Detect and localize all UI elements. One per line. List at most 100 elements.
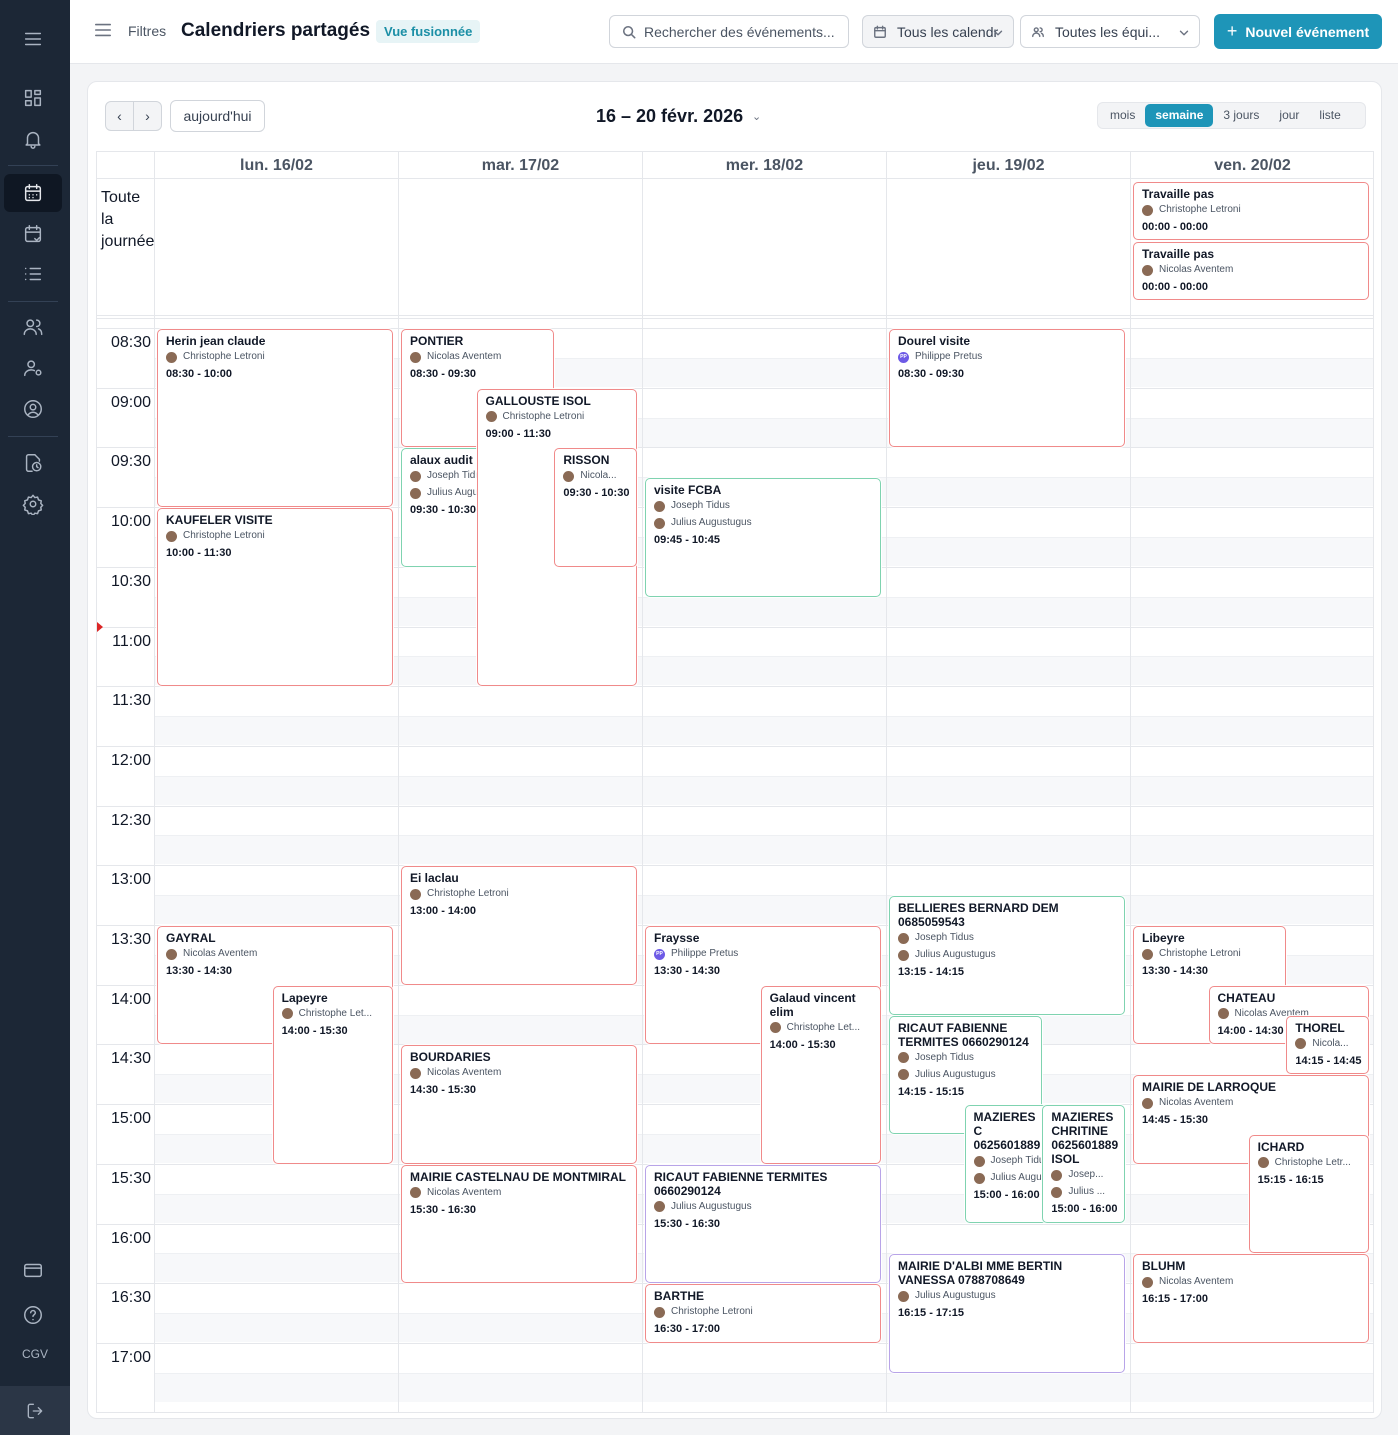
calendar-event[interactable]: BELLIERES BERNARD DEM 0685059543 Joseph T… — [889, 896, 1125, 1015]
view-day-button[interactable]: jour — [1269, 104, 1309, 127]
logout-icon[interactable] — [0, 1386, 70, 1435]
calendar-event[interactable]: MAIRIE CASTELNAU DE MONTMIRAL Nicolas Ave… — [401, 1164, 637, 1284]
calendar-event[interactable]: Travaille pas Nicolas Aventem 00:00 - 00:0… — [1133, 242, 1369, 300]
day-column-line — [398, 152, 399, 1412]
calendar-event[interactable]: visite FCBA Joseph Tidus Julius Augustugus… — [645, 478, 881, 597]
day-header[interactable]: mar. 17/02 — [398, 152, 642, 179]
slot-band — [154, 1372, 1373, 1402]
participant-name: Christophe Letroni — [183, 530, 265, 542]
calendar-icon[interactable] — [4, 174, 62, 212]
event-participant: Joseph Tidus — [898, 930, 1116, 946]
event-title: MAIRIE CASTELNAU DE MONTMIRAL — [410, 1169, 626, 1184]
view-list-button[interactable]: liste — [1309, 104, 1350, 127]
event-participant: Nicolas Aventem — [410, 349, 545, 365]
calendar-event[interactable]: Galaud vincent elim Christophe Let... 14:0… — [760, 985, 881, 1164]
event-time: 13:00 - 14:00 — [410, 905, 477, 918]
event-participant: Julius Augustugus — [654, 1199, 872, 1215]
view-3days-button[interactable]: 3 jours — [1213, 104, 1269, 127]
grid-corner — [97, 152, 154, 179]
participant-name: Nicolas Aventem — [1159, 1276, 1234, 1288]
calendar-event[interactable]: RICAUT FABIENNE TERMITES 0660290124 Juliu… — [645, 1164, 881, 1284]
calendar-event[interactable]: THOREL Nicola... 14:15 - 14:45 — [1286, 1015, 1369, 1075]
date-range-title[interactable]: 16 – 20 févr. 2026 — [596, 106, 743, 127]
event-participant: Christophe Letroni — [1142, 202, 1360, 218]
calendar-event[interactable]: BOURDARIES Nicolas Aventem 14:30 - 15:30 — [401, 1045, 637, 1164]
help-icon[interactable] — [4, 1296, 62, 1334]
teams-select[interactable]: Toutes les équi... — [1020, 15, 1200, 48]
participant-name: Nicola... — [1312, 1037, 1349, 1049]
participant-name: Julius Augustugus — [990, 1172, 1049, 1184]
document-time-icon[interactable] — [4, 444, 62, 482]
credit-card-icon[interactable] — [4, 1251, 62, 1289]
event-participant: Joseph Tidus — [973, 1153, 1048, 1169]
participant-name: Christophe Letroni — [502, 410, 585, 422]
slot-line — [97, 686, 1373, 688]
avatar — [1295, 1038, 1307, 1050]
calendar-event[interactable]: KAUFELER VISITE Christophe Letroni 10:00 -… — [157, 508, 393, 687]
calendar-event[interactable]: BARTHE Christophe Letroni 16:30 - 17:00 — [645, 1284, 881, 1343]
gear-icon[interactable] — [4, 485, 62, 523]
cgv-link[interactable]: CGV — [0, 1347, 70, 1361]
event-time: 14:15 - 15:15 — [898, 1085, 965, 1098]
calendar-event[interactable]: Dourel visite PP Philippe Pretus 08:30 - 09… — [889, 329, 1125, 448]
user-circle-icon[interactable] — [4, 390, 62, 428]
bell-icon[interactable] — [4, 120, 62, 158]
event-participant: Christophe Letroni — [485, 409, 628, 425]
sidebar: CGV — [0, 0, 70, 1435]
half-slot-line — [154, 835, 1373, 837]
event-participant: Julius Augustugus — [973, 1170, 1048, 1186]
calendar-event[interactable]: ICHARD Christophe Letr... 15:15 - 16:15 — [1248, 1134, 1369, 1254]
calendar-event[interactable]: Ei laclau Christophe Letroni 13:00 - 14:00 — [401, 866, 637, 985]
calendar-event[interactable]: Herin jean claude Christophe Letroni 08:30… — [157, 329, 393, 508]
participant-name: Nicolas Aventem — [1159, 264, 1234, 275]
day-header[interactable]: ven. 20/02 — [1130, 152, 1373, 179]
event-participant: Joseph Tidus — [654, 498, 872, 514]
participant-name: Julius Augustugus — [671, 517, 752, 529]
new-event-button[interactable]: + Nouvel événement — [1214, 14, 1382, 49]
calendar-check-icon[interactable] — [4, 215, 62, 253]
next-week-button[interactable]: › — [134, 102, 161, 130]
chevron-down-icon[interactable]: ⌄ — [752, 110, 761, 123]
search-input[interactable] — [644, 23, 834, 40]
dashboard-icon[interactable] — [4, 79, 62, 117]
event-participant: Nicolas Aventem — [166, 946, 384, 962]
event-title: MAZIERES CHRITINE 0625601889 ISOL — [1051, 1110, 1119, 1167]
event-participant: Christophe Letroni — [1142, 946, 1277, 962]
event-time: 00:00 - 00:00 — [1142, 221, 1209, 233]
calendars-select[interactable]: Tous les calendr — [862, 15, 1014, 48]
calendar-event[interactable]: MAZIERES C 0625601889 Joseph Tidus Julius … — [964, 1105, 1050, 1224]
event-time: 13:30 - 14:30 — [166, 965, 233, 977]
calendar-event[interactable]: RISSON Nicola... 09:30 - 10:30 — [554, 448, 637, 567]
calendar-event[interactable]: MAIRIE D'ALBI MME BERTIN VANESSA 0788708… — [889, 1254, 1125, 1373]
menu-icon[interactable] — [4, 20, 62, 58]
avatar — [1217, 1008, 1229, 1020]
participant-name: Julius Augustugus — [915, 1068, 996, 1080]
day-header[interactable]: mer. 18/02 — [642, 152, 886, 179]
users-icon[interactable] — [4, 308, 62, 346]
event-participant: Nicola... — [1295, 1036, 1360, 1052]
view-month-button[interactable]: mois — [1100, 104, 1145, 127]
user-settings-icon[interactable] — [4, 349, 62, 387]
participant-name: Christophe Letroni — [1159, 204, 1241, 215]
calendar-event[interactable]: Travaille pas Christophe Letroni 00:00 - 0… — [1133, 182, 1369, 240]
day-header[interactable]: lun. 16/02 — [154, 152, 398, 179]
event-time: 14:00 - 15:30 — [281, 1024, 348, 1037]
calendar-icon — [874, 25, 886, 38]
allday-divider — [97, 318, 1373, 319]
event-participant: Julius Augustugus — [654, 515, 872, 531]
view-week-button[interactable]: semaine — [1145, 104, 1214, 127]
slot-band — [154, 716, 1373, 746]
calendar-event[interactable]: Lapeyre Christophe Let... 14:00 - 15:30 — [272, 985, 393, 1164]
half-slot-line — [154, 716, 1373, 718]
list-icon[interactable] — [4, 255, 62, 293]
filters-link[interactable]: Filtres — [128, 23, 166, 39]
filters-menu-icon[interactable] — [94, 21, 114, 41]
event-title: BOURDARIES — [410, 1050, 491, 1065]
today-button[interactable]: aujourd'hui — [170, 100, 265, 132]
prev-week-button[interactable]: ‹ — [106, 102, 134, 130]
calendar-event[interactable]: MAZIERES CHRITINE 0625601889 ISOL Josep..… — [1042, 1105, 1125, 1224]
calendar-event[interactable]: BLUHM Nicolas Aventem 16:15 - 17:00 — [1133, 1254, 1369, 1343]
day-header[interactable]: jeu. 19/02 — [886, 152, 1130, 179]
time-label: 15:30 — [110, 1169, 151, 1187]
search-box[interactable] — [609, 15, 849, 48]
